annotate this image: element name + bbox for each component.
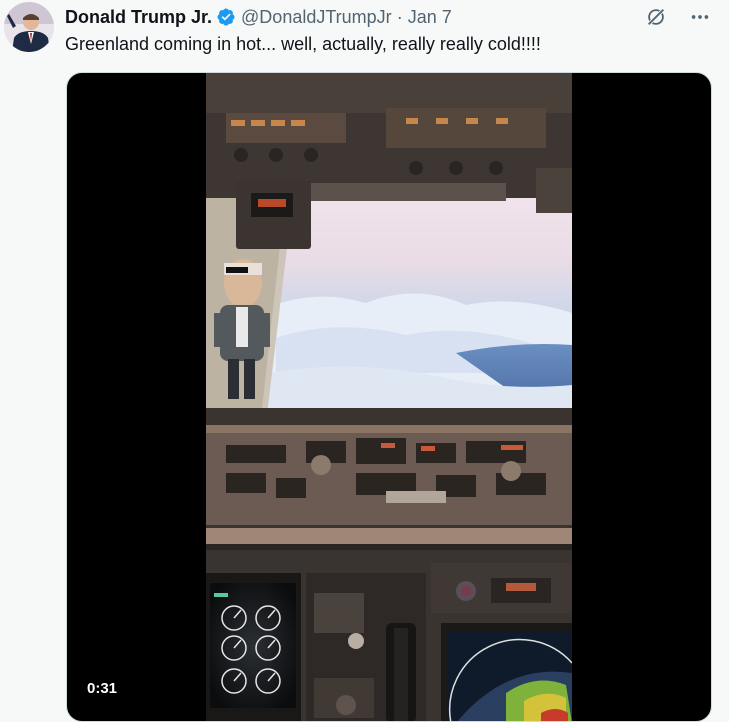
- tweet-date[interactable]: Jan 7: [408, 7, 452, 28]
- video-player[interactable]: 0:31: [66, 72, 712, 722]
- tweet-text: Greenland coming in hot... well, actuall…: [65, 34, 541, 54]
- separator-dot: ·: [396, 6, 403, 27]
- tweet[interactable]: Donald Trump Jr. @DonaldJTrumpJr · Jan 7: [0, 0, 729, 722]
- verified-badge-icon: [216, 7, 236, 27]
- tweet-actions-top: [645, 6, 711, 28]
- avatar[interactable]: [4, 2, 54, 52]
- author-handle[interactable]: @DonaldJTrumpJr: [241, 7, 392, 28]
- grok-icon[interactable]: [645, 6, 667, 28]
- cockpit-video-thumbnail: [206, 73, 572, 721]
- video-frame[interactable]: [206, 73, 572, 721]
- video-duration: 0:31: [87, 680, 118, 697]
- more-icon[interactable]: [689, 6, 711, 28]
- avatar-image: [4, 2, 54, 52]
- tweet-header: Donald Trump Jr. @DonaldJTrumpJr · Jan 7: [65, 5, 452, 29]
- author-name[interactable]: Donald Trump Jr.: [65, 7, 212, 28]
